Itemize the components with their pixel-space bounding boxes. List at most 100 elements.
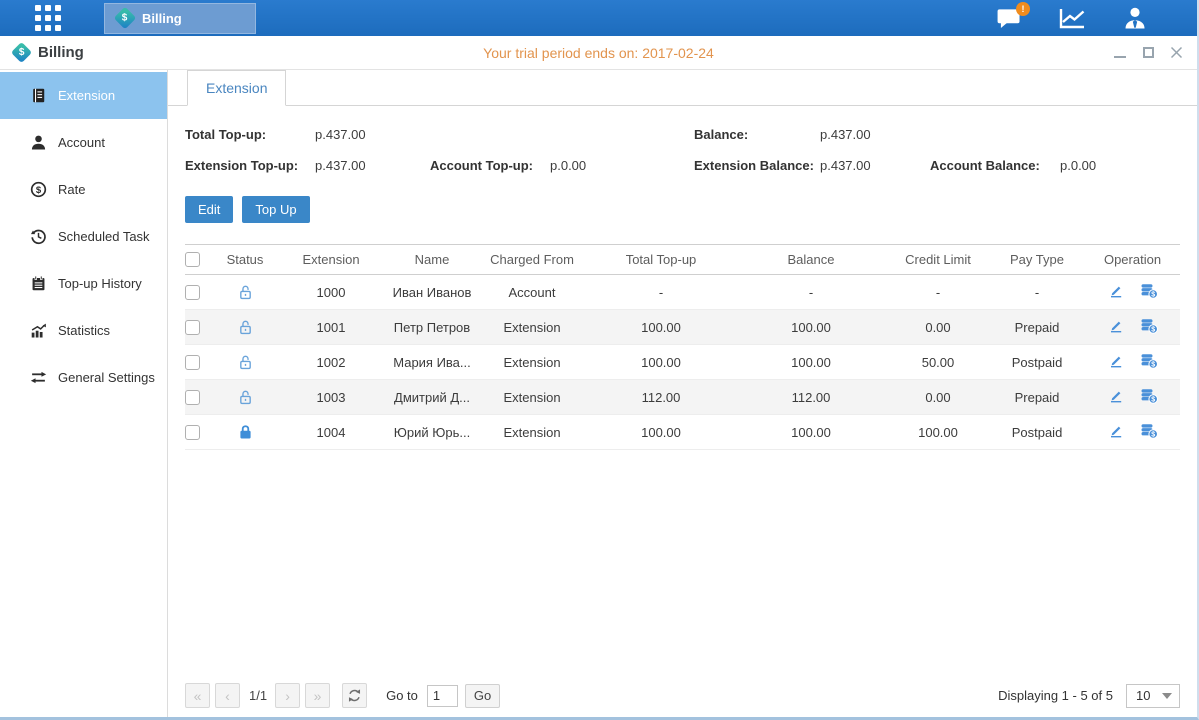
column-header-pay-type[interactable]: Pay Type: [989, 252, 1085, 267]
pagination-bar: « ‹ 1/1 › » Go to Go Displaying 1 - 5 of…: [168, 683, 1197, 717]
edit-button[interactable]: Edit: [185, 196, 233, 223]
table-row[interactable]: 1003 Дмитрий Д... Extension 112.00 112.0…: [185, 380, 1180, 415]
status-unlocked-icon: [237, 284, 254, 301]
column-header-operation[interactable]: Operation: [1085, 252, 1180, 267]
sidebar: Extension Account $ Rate Scheduled Task …: [0, 70, 168, 717]
refresh-button[interactable]: [342, 683, 367, 708]
tab-extension[interactable]: Extension: [187, 70, 286, 106]
sidebar-item-extension[interactable]: Extension: [0, 72, 167, 119]
maximize-button[interactable]: [1141, 46, 1155, 60]
extension-cell: 1001: [275, 320, 387, 335]
row-checkbox[interactable]: [185, 320, 200, 335]
sidebar-item-account[interactable]: Account: [0, 119, 167, 166]
svg-text:$: $: [36, 185, 42, 196]
sidebar-item-label: Scheduled Task: [58, 229, 150, 244]
goto-page-input[interactable]: [427, 685, 458, 707]
status-cell: [215, 354, 275, 371]
balance-cell: 112.00: [735, 390, 887, 405]
last-page-button[interactable]: »: [305, 683, 330, 708]
messages-icon[interactable]: !: [997, 8, 1022, 29]
edit-row-icon[interactable]: [1108, 353, 1124, 372]
operation-cell: $: [1085, 283, 1180, 302]
operation-cell: $: [1085, 423, 1180, 442]
edit-row-icon[interactable]: [1108, 318, 1124, 337]
go-button[interactable]: Go: [465, 684, 500, 708]
minimize-button[interactable]: [1113, 46, 1127, 60]
status-unlocked-icon: [237, 319, 254, 336]
total-topup-cell: 100.00: [587, 320, 735, 335]
table-row[interactable]: 1002 Мария Ива... Extension 100.00 100.0…: [185, 345, 1180, 380]
table-body: 1000 Иван Иванов Account - - - - $ 1001 …: [185, 275, 1180, 450]
sidebar-item-label: General Settings: [58, 370, 155, 385]
first-page-button[interactable]: «: [185, 683, 210, 708]
select-all-checkbox[interactable]: [185, 252, 200, 267]
sidebar-item-topup-history[interactable]: Top-up History: [0, 260, 167, 307]
column-header-status[interactable]: Status: [215, 252, 275, 267]
name-cell: Мария Ива...: [387, 355, 477, 370]
sidebar-item-label: Extension: [58, 88, 115, 103]
prev-page-button[interactable]: ‹: [215, 683, 240, 708]
rate-icon: $: [30, 181, 47, 198]
sidebar-item-statistics[interactable]: Statistics: [0, 307, 167, 354]
row-checkbox[interactable]: [185, 285, 200, 300]
name-cell: Юрий Юрь...: [387, 425, 477, 440]
extension-topup-label: Extension Top-up:: [185, 158, 315, 173]
table-row[interactable]: 1000 Иван Иванов Account - - - - $: [185, 275, 1180, 310]
charged-from-cell: Extension: [477, 390, 587, 405]
status-unlocked-icon: [237, 389, 254, 406]
row-checkbox[interactable]: [185, 425, 200, 440]
apps-grid-icon[interactable]: [35, 5, 63, 31]
topup-history-icon: [30, 275, 47, 292]
refresh-icon: [347, 688, 362, 703]
reports-chart-icon[interactable]: [1059, 7, 1086, 30]
sidebar-item-general-settings[interactable]: General Settings: [0, 354, 167, 401]
table-row[interactable]: 1001 Петр Петров Extension 100.00 100.00…: [185, 310, 1180, 345]
topbar-billing-tab[interactable]: $ Billing: [104, 3, 256, 34]
page-size-value: 10: [1127, 688, 1162, 703]
column-header-extension[interactable]: Extension: [275, 252, 387, 267]
operation-cell: $: [1085, 318, 1180, 337]
column-header-name[interactable]: Name: [387, 252, 477, 267]
sidebar-item-scheduled-task[interactable]: Scheduled Task: [0, 213, 167, 260]
total-topup-cell: 100.00: [587, 355, 735, 370]
sidebar-item-label: Top-up History: [58, 276, 142, 291]
billing-dollar-icon: $: [11, 42, 32, 63]
top-up-row-icon[interactable]: $: [1140, 283, 1158, 302]
credit-limit-cell: 0.00: [887, 390, 989, 405]
top-up-row-icon[interactable]: $: [1140, 353, 1158, 372]
top-up-row-icon[interactable]: $: [1140, 423, 1158, 442]
edit-row-icon[interactable]: [1108, 388, 1124, 407]
account-topup-label: Account Top-up:: [430, 158, 550, 173]
table-row[interactable]: 1004 Юрий Юрь... Extension 100.00 100.00…: [185, 415, 1180, 450]
next-page-button[interactable]: ›: [275, 683, 300, 708]
edit-row-icon[interactable]: [1108, 283, 1124, 302]
credit-limit-cell: -: [887, 285, 989, 300]
chevron-down-icon: [1162, 693, 1172, 699]
charged-from-cell: Extension: [477, 355, 587, 370]
extension-icon: [30, 87, 47, 104]
column-header-charged-from[interactable]: Charged From: [477, 252, 587, 267]
top-up-button[interactable]: Top Up: [242, 196, 309, 223]
top-up-row-icon[interactable]: $: [1140, 388, 1158, 407]
row-checkbox[interactable]: [185, 390, 200, 405]
balance-cell: 100.00: [735, 355, 887, 370]
row-checkbox[interactable]: [185, 355, 200, 370]
balance-cell: -: [735, 285, 887, 300]
user-account-icon[interactable]: [1123, 6, 1147, 30]
extension-topup-value: p.437.00: [315, 158, 430, 173]
column-header-total-topup[interactable]: Total Top-up: [587, 252, 735, 267]
top-up-row-icon[interactable]: $: [1140, 318, 1158, 337]
status-unlocked-icon: [237, 354, 254, 371]
name-cell: Петр Петров: [387, 320, 477, 335]
close-button[interactable]: [1169, 46, 1183, 60]
edit-row-icon[interactable]: [1108, 423, 1124, 442]
operation-cell: $: [1085, 353, 1180, 372]
main-panel: Extension Total Top-up: p.437.00 Balance…: [168, 70, 1197, 717]
status-cell: [215, 389, 275, 406]
table-header: Status Extension Name Charged From Total…: [185, 244, 1180, 275]
column-header-balance[interactable]: Balance: [735, 252, 887, 267]
page-size-select[interactable]: 10: [1126, 684, 1180, 708]
trial-notice: Your trial period ends on: 2017-02-24: [483, 45, 714, 61]
sidebar-item-rate[interactable]: $ Rate: [0, 166, 167, 213]
column-header-credit-limit[interactable]: Credit Limit: [887, 252, 989, 267]
